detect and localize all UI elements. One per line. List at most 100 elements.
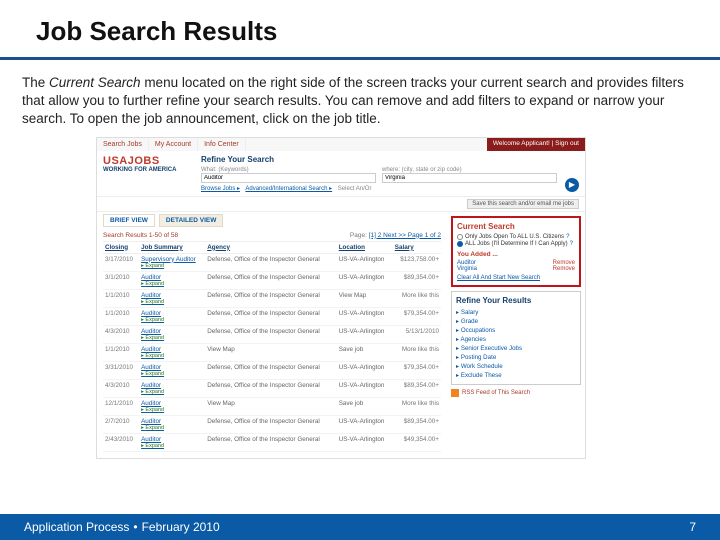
welcome-bar[interactable]: Welcome Applicant! | Sign out <box>487 138 585 151</box>
expand-link[interactable]: Expand <box>141 317 203 323</box>
job-title-link[interactable]: AuditorExpand <box>139 433 205 451</box>
job-title-link[interactable]: AuditorExpand <box>139 325 205 343</box>
job-title-link[interactable]: AuditorExpand <box>139 271 205 289</box>
what-field: What: (Keywords) <box>201 166 376 183</box>
browse-jobs-link[interactable]: Browse Jobs ▸ <box>201 186 240 192</box>
usajobs-logo: USAJOBS WORKING FOR AMERICA <box>103 155 193 192</box>
table-row: 3/31/2010 AuditorExpand Defense, Office … <box>103 361 441 379</box>
col-location[interactable]: Location <box>337 242 393 254</box>
save-search-button[interactable]: Save this search and/or email me jobs <box>467 199 579 209</box>
cell-salary: $89,354.00+ <box>393 271 441 289</box>
cell-agency: Defense, Office of the Inspector General <box>205 379 337 397</box>
cell-agency: View Map <box>205 397 337 415</box>
app-topbar: Search Jobs My Account Info Center Welco… <box>97 138 585 151</box>
sublinks: Browse Jobs ▸ Advanced/International Sea… <box>201 185 557 192</box>
job-title-link[interactable]: AuditorExpand <box>139 397 205 415</box>
cell-location: US-VA-Arlington <box>337 415 393 433</box>
footer-left: Application Process•February 2010 <box>24 520 220 534</box>
table-row: 3/1/2010 AuditorExpand Defense, Office o… <box>103 271 441 289</box>
radio-us-citizens[interactable]: Only Jobs Open To ALL U.S. Citizens? <box>457 234 575 240</box>
cell-date: 1/1/2010 <box>103 343 139 361</box>
col-closing[interactable]: Closing <box>103 242 139 254</box>
expand-link[interactable]: Expand <box>141 443 203 449</box>
cell-agency: Defense, Office of the Inspector General <box>205 253 337 271</box>
cell-salary: $89,354.00+ <box>393 379 441 397</box>
cell-date: 3/31/2010 <box>103 361 139 379</box>
cell-agency: Defense, Office of the Inspector General <box>205 361 337 379</box>
table-row: 3/17/2010 Supervisory AuditorExpand Defe… <box>103 253 441 271</box>
cell-location: Save job <box>337 397 393 415</box>
col-agency[interactable]: Agency <box>205 242 337 254</box>
where-input[interactable] <box>382 173 557 183</box>
page-number: 7 <box>689 520 696 534</box>
job-title-link[interactable]: AuditorExpand <box>139 361 205 379</box>
refine-option[interactable]: Grade <box>456 317 576 326</box>
refine-option[interactable]: Salary <box>456 308 576 317</box>
job-title-link[interactable]: AuditorExpand <box>139 415 205 433</box>
job-title-link[interactable]: Supervisory AuditorExpand <box>139 253 205 271</box>
job-title-link[interactable]: AuditorExpand <box>139 289 205 307</box>
clear-all-link[interactable]: Clear All And Start New Search <box>457 275 575 281</box>
results-count: Search Results 1-50 of 58 <box>103 232 178 239</box>
refine-option[interactable]: Agencies <box>456 335 576 344</box>
col-salary[interactable]: Salary <box>393 242 441 254</box>
table-row: 1/1/2010 AuditorExpand Defense, Office o… <box>103 307 441 325</box>
cell-salary: More like this <box>393 343 441 361</box>
expand-link[interactable]: Expand <box>141 353 203 359</box>
detailed-view-tab[interactable]: DETAILED VIEW <box>159 214 223 227</box>
cell-salary: $49,354.00+ <box>393 433 441 451</box>
refine-option[interactable]: Occupations <box>456 326 576 335</box>
refine-option[interactable]: Exclude These <box>456 371 576 380</box>
results-pane: BRIEF VIEW DETAILED VIEW Search Results … <box>97 212 447 458</box>
cell-salary: More like this <box>393 397 441 415</box>
table-row: 2/43/2010 AuditorExpand Defense, Office … <box>103 433 441 451</box>
tab-info-center[interactable]: Info Center <box>198 138 246 151</box>
cell-agency: Defense, Office of the Inspector General <box>205 271 337 289</box>
expand-link[interactable]: Expand <box>141 281 203 287</box>
refine-option[interactable]: Posting Date <box>456 353 576 362</box>
table-row: 12/1/2010 AuditorExpand View Map Save jo… <box>103 397 441 415</box>
brief-view-tab[interactable]: BRIEF VIEW <box>103 214 155 227</box>
advanced-search-link[interactable]: Advanced/International Search ▸ <box>245 186 332 192</box>
cell-date: 1/1/2010 <box>103 289 139 307</box>
refine-option[interactable]: Senior Executive Jobs <box>456 344 576 353</box>
cell-location: Save job <box>337 343 393 361</box>
cell-agency: Defense, Office of the Inspector General <box>205 325 337 343</box>
search-go-button[interactable]: ▶ <box>565 178 579 192</box>
where-field: where: (city, state or zip code) <box>382 166 557 183</box>
radio-all-jobs[interactable]: ALL Jobs (I'll Determine If I Can Apply)… <box>457 241 575 247</box>
embedded-screenshot: Search Jobs My Account Info Center Welco… <box>96 137 586 459</box>
cell-salary: More like this <box>393 289 441 307</box>
tab-my-account[interactable]: My Account <box>149 138 198 151</box>
logo-line2: WORKING FOR AMERICA <box>103 167 193 173</box>
what-input[interactable] <box>201 173 376 183</box>
expand-link[interactable]: Expand <box>141 425 203 431</box>
cell-location: US-VA-Arlington <box>337 253 393 271</box>
expand-link[interactable]: Expand <box>141 407 203 413</box>
pagination[interactable]: Page: [1] 2 Next >> Page 1 of 2 <box>350 232 441 239</box>
cell-agency: Defense, Office of the Inspector General <box>205 289 337 307</box>
tab-search-jobs[interactable]: Search Jobs <box>97 138 149 151</box>
cell-date: 3/17/2010 <box>103 253 139 271</box>
job-title-link[interactable]: AuditorExpand <box>139 379 205 397</box>
expand-link[interactable]: Expand <box>141 299 203 305</box>
col-summary[interactable]: Job Summary <box>139 242 205 254</box>
rss-link[interactable]: RSS Feed of This Search <box>451 389 581 397</box>
filter-name: Virginia <box>457 266 477 272</box>
expand-link[interactable]: Expand <box>141 335 203 341</box>
slide-body: The Current Search menu located on the r… <box>0 74 720 129</box>
rss-icon <box>451 389 459 397</box>
cell-salary: $79,354.00+ <box>393 361 441 379</box>
job-title-link[interactable]: AuditorExpand <box>139 307 205 325</box>
cell-location: US-VA-Arlington <box>337 271 393 289</box>
job-title-link[interactable]: AuditorExpand <box>139 343 205 361</box>
remove-filter-link[interactable]: Remove <box>553 266 575 272</box>
cell-date: 2/7/2010 <box>103 415 139 433</box>
expand-link[interactable]: Expand <box>141 371 203 377</box>
expand-link[interactable]: Expand <box>141 263 203 269</box>
cell-location: US-VA-Arlington <box>337 433 393 451</box>
table-row: 1/1/2010 AuditorExpand View Map Save job… <box>103 343 441 361</box>
refine-option[interactable]: Work Schedule <box>456 362 576 371</box>
expand-link[interactable]: Expand <box>141 389 203 395</box>
cell-agency: View Map <box>205 343 337 361</box>
